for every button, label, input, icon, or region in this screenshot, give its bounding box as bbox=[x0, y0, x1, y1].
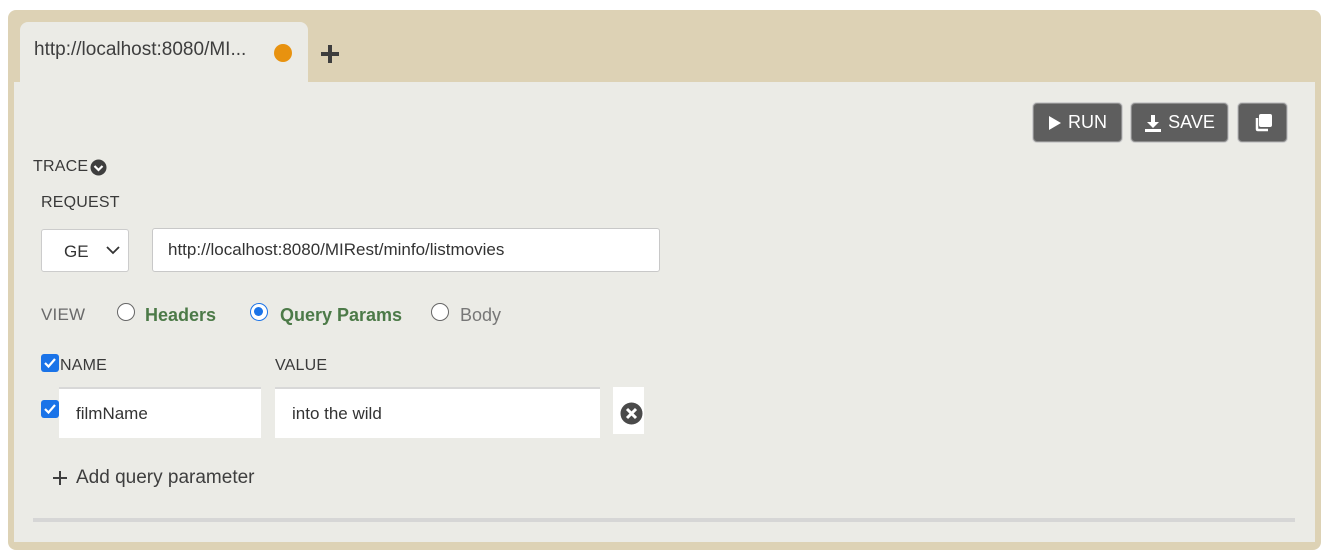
method-select[interactable]: GE bbox=[41, 229, 129, 272]
chevron-down-icon bbox=[106, 246, 120, 255]
body-radio-label[interactable]: Body bbox=[460, 305, 501, 326]
param-value-input[interactable] bbox=[275, 387, 600, 438]
request-section-label: REQUEST bbox=[41, 194, 120, 211]
trace-toggle[interactable]: TRACE bbox=[33, 158, 107, 176]
check-icon bbox=[44, 404, 56, 415]
headers-radio[interactable] bbox=[117, 303, 135, 321]
add-tab-button[interactable] bbox=[318, 42, 342, 66]
remove-param-button[interactable] bbox=[613, 387, 644, 434]
query-params-radio[interactable] bbox=[250, 303, 268, 321]
run-button[interactable]: RUN bbox=[1033, 103, 1122, 142]
add-query-parameter-button[interactable]: Add query parameter bbox=[52, 467, 255, 489]
url-input[interactable] bbox=[152, 228, 660, 272]
check-icon bbox=[44, 358, 56, 369]
play-icon bbox=[1049, 115, 1061, 130]
headers-radio-label[interactable]: Headers bbox=[145, 305, 216, 326]
save-label: SAVE bbox=[1168, 112, 1215, 132]
param-name-input[interactable] bbox=[59, 387, 261, 438]
query-params-radio-label[interactable]: Query Params bbox=[280, 305, 402, 326]
copy-icon bbox=[1255, 113, 1272, 131]
section-divider bbox=[33, 518, 1295, 522]
request-tab[interactable]: http://localhost:8080/MI... bbox=[20, 22, 308, 82]
save-button[interactable]: SAVE bbox=[1131, 103, 1228, 142]
trace-label: TRACE bbox=[33, 158, 89, 175]
add-query-parameter-label: Add query parameter bbox=[76, 467, 255, 488]
copy-button[interactable] bbox=[1238, 103, 1287, 142]
body-radio[interactable] bbox=[431, 303, 449, 321]
chevron-circle-down-icon bbox=[90, 159, 107, 175]
close-circle-icon bbox=[620, 402, 643, 425]
tab-title: http://localhost:8080/MI... bbox=[34, 39, 247, 60]
view-label: VIEW bbox=[41, 305, 86, 324]
plus-icon bbox=[53, 471, 67, 485]
select-all-checkbox[interactable] bbox=[41, 354, 59, 372]
unsaved-indicator-dot bbox=[274, 44, 292, 62]
download-icon bbox=[1145, 114, 1162, 132]
method-value: GE bbox=[64, 242, 89, 261]
value-column-header: VALUE bbox=[275, 357, 328, 374]
name-column-header: NAME bbox=[60, 357, 108, 374]
param-row-checkbox[interactable] bbox=[41, 400, 59, 418]
run-label: RUN bbox=[1068, 112, 1107, 132]
plus-icon bbox=[321, 45, 339, 63]
